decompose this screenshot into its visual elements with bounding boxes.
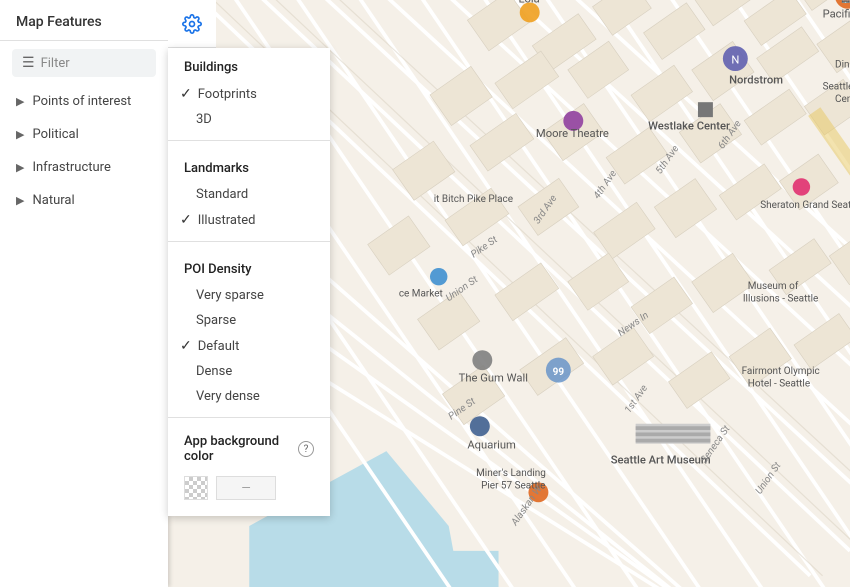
arrow-icon-infrastructure: ▶ [16,161,24,174]
sidebar-label-political: Political [32,127,78,142]
arrow-icon-political: ▶ [16,128,24,141]
3d-option[interactable]: 3D [168,107,330,132]
svg-text:Fairmont Olympic: Fairmont Olympic [742,366,820,377]
dropdown-panel: Buildings ✓ Footprints 3D Landmarks Stan… [168,48,330,516]
footprints-check: ✓ [180,86,192,102]
svg-text:Moore Theatre: Moore Theatre [536,127,609,140]
svg-text:99: 99 [553,367,565,378]
color-dash: — [216,476,276,500]
svg-text:Nordstrom: Nordstrom [729,73,783,86]
very-sparse-option[interactable]: Very sparse [168,283,330,308]
sidebar: Map Features ☰ Filter ▶ Points of intere… [0,0,168,587]
sparse-label: Sparse [196,313,236,328]
dense-option[interactable]: Dense [168,359,330,384]
svg-text:Din Tai Fung: Din Tai Fung [835,59,850,70]
svg-text:Illusions - Seattle: Illusions - Seattle [743,294,819,305]
svg-text:Aquarium: Aquarium [467,439,516,452]
illustrated-option[interactable]: ✓ Illustrated [168,207,330,233]
filter-bar[interactable]: ☰ Filter [12,49,156,77]
standard-label: Standard [196,187,248,202]
landmarks-header: Landmarks [168,149,330,182]
svg-text:Westlake Center: Westlake Center [648,120,730,133]
filter-icon: ☰ [22,55,35,71]
svg-text:Center | Arch: Center | Arch [835,94,850,105]
sidebar-item-infrastructure[interactable]: ▶ Infrastructure [0,151,168,184]
divider-1 [168,140,330,141]
buildings-header: Buildings [168,48,330,81]
sidebar-label-infrastructure: Infrastructure [32,160,110,175]
svg-text:Seattle Convention: Seattle Convention [823,82,850,93]
illustrated-label: Illustrated [198,213,256,228]
svg-text:Museum of: Museum of [748,281,799,292]
sidebar-label-natural: Natural [32,193,74,208]
svg-text:🏬: 🏬 [841,0,850,4]
sidebar-item-poi[interactable]: ▶ Points of interest [0,85,168,118]
svg-text:Sheraton Grand Seattle: Sheraton Grand Seattle [760,200,850,211]
color-preview-row[interactable]: — [168,472,330,504]
poi-density-header: POI Density [168,250,330,283]
app-bg-label: App background color [184,434,290,464]
svg-text:The Gum Wall: The Gum Wall [459,371,528,384]
footprints-label: Footprints [198,87,257,102]
3d-label: 3D [196,112,212,127]
svg-text:it Bitch Pike Place: it Bitch Pike Place [434,194,513,205]
standard-option[interactable]: Standard [168,182,330,207]
very-sparse-label: Very sparse [196,288,264,303]
very-dense-option[interactable]: Very dense [168,384,330,409]
filter-label: Filter [41,56,70,71]
arrow-icon-poi: ▶ [16,95,24,108]
svg-text:Pacific Place: Pacific Place [823,7,850,20]
default-label: Default [198,339,240,354]
color-dash-label: — [241,481,250,495]
help-symbol: ? [304,444,309,455]
svg-text:Hotel - Seattle: Hotel - Seattle [748,378,810,389]
dense-label: Dense [196,364,232,379]
sidebar-title: Map Features [0,0,168,41]
arrow-icon-natural: ▶ [16,194,24,207]
sidebar-item-natural[interactable]: ▶ Natural [0,184,168,217]
app-bg-section: App background color ? [168,426,330,472]
svg-text:Lola: Lola [518,0,539,5]
footprints-option[interactable]: ✓ Footprints [168,81,330,107]
svg-text:N: N [731,54,739,67]
sparse-option[interactable]: Sparse [168,308,330,333]
svg-text:Seattle Art Museum: Seattle Art Museum [611,454,711,467]
checker-box [184,476,208,500]
sidebar-label-poi: Points of interest [32,94,131,109]
very-dense-label: Very dense [196,389,260,404]
gear-button[interactable] [168,0,216,48]
svg-text:Miner's Landing: Miner's Landing [476,468,546,479]
default-check: ✓ [180,338,192,354]
svg-text:ce Market: ce Market [399,289,443,300]
divider-3 [168,417,330,418]
illustrated-check: ✓ [180,212,192,228]
sidebar-item-political[interactable]: ▶ Political [0,118,168,151]
help-icon[interactable]: ? [298,441,314,457]
default-option[interactable]: ✓ Default [168,333,330,359]
divider-2 [168,241,330,242]
